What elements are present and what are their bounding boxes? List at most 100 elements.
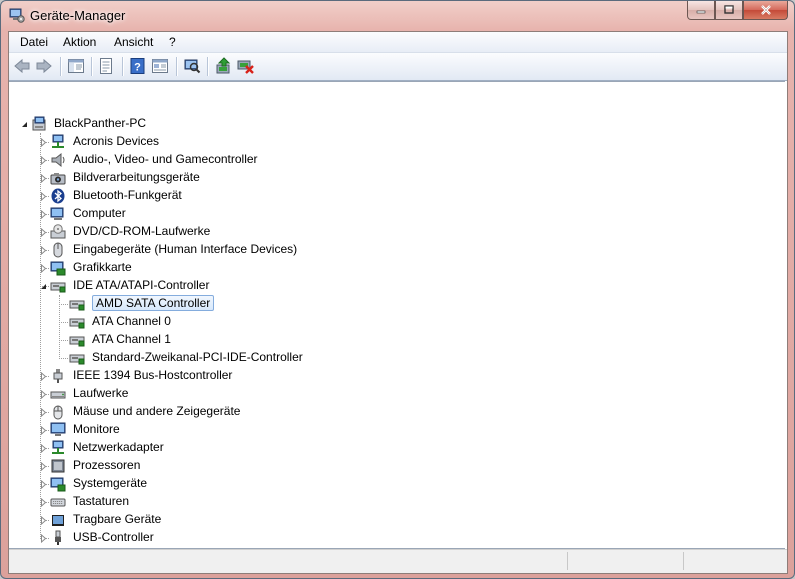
network-device-icon — [52, 134, 64, 148]
minimize-button[interactable] — [687, 1, 715, 20]
tree-category-netzwerkadapter[interactable]: Netzwerkadapter — [73, 440, 164, 454]
tree-connector-line — [59, 358, 68, 359]
close-icon — [760, 5, 771, 15]
expand-systemgeräte-toggle[interactable] — [39, 480, 48, 489]
tree-category-ide-ata-atapi-controller[interactable]: IDE ATA/ATAPI-Controller — [73, 278, 209, 292]
status-pane-3 — [684, 552, 785, 570]
close-button[interactable] — [743, 1, 788, 20]
tree-category-ieee-1394-bus-hostcontroller[interactable]: IEEE 1394 Bus-Hostcontroller — [73, 368, 232, 382]
display-adapter-icon — [50, 261, 66, 276]
tree-category-mäuse-und-andere-zeigegeräte[interactable]: Mäuse und andere Zeigegeräte — [73, 404, 240, 418]
tree-category-acronis-devices[interactable]: Acronis Devices — [73, 134, 159, 148]
expand-monitore-toggle[interactable] — [39, 426, 48, 435]
ide-controller-icon — [69, 336, 85, 347]
show-hide-tree-icon[interactable] — [67, 57, 85, 75]
device-tree[interactable]: BlackPanther-PC Acronis Devices Audio-, Vi… — [9, 81, 785, 549]
scan-hardware-icon[interactable] — [183, 57, 201, 75]
help-icon[interactable]: ? — [129, 57, 147, 75]
expand-mäuse-und-andere-zeigegeräte-toggle[interactable] — [39, 408, 48, 417]
expand-eingabegeräte-human-interface-devices-toggle[interactable] — [39, 246, 48, 255]
tree-category-laufwerke[interactable]: Laufwerke — [73, 386, 128, 400]
tree-category-audio-video-und-gamecontroller[interactable]: Audio-, Video- und Gamecontroller — [73, 152, 258, 166]
menu-help[interactable]: ? — [167, 35, 178, 49]
toolbar-separator — [91, 57, 93, 76]
processor-icon — [51, 459, 65, 473]
view-icon[interactable] — [151, 57, 169, 75]
tree-connector-line — [59, 295, 60, 359]
tree-category-grafikkarte[interactable]: Grafikkarte — [73, 260, 132, 274]
expand-dvd-cd-rom-laufwerke-toggle[interactable] — [39, 228, 48, 237]
tree-connector-line — [59, 322, 68, 323]
hard-drive-icon — [50, 391, 66, 399]
expand-tragbare-geräte-toggle[interactable] — [39, 516, 48, 525]
expand-usb-controller-toggle[interactable] — [39, 534, 48, 543]
tree-category-tragbare-geräte[interactable]: Tragbare Geräte — [73, 512, 161, 526]
menu-ansicht[interactable]: Ansicht — [112, 35, 155, 49]
tree-device-standard-zweikanal-pci-ide-controller[interactable]: Standard-Zweikanal-PCI-IDE-Controller — [92, 350, 303, 364]
disc-drive-icon — [50, 224, 66, 239]
firewire-icon — [53, 369, 63, 383]
toolbar-separator — [176, 57, 178, 76]
tree-connector-line — [59, 304, 68, 305]
properties-icon[interactable] — [97, 57, 115, 75]
tree-device-amd-sata-controller[interactable]: AMD SATA Controller — [92, 295, 215, 311]
forward-arrow-icon[interactable] — [35, 57, 53, 75]
menu-aktion[interactable]: Aktion — [61, 35, 98, 49]
tree-category-monitore[interactable]: Monitore — [73, 422, 120, 436]
tree-category-bildverarbeitungsgeräte[interactable]: Bildverarbeitungsgeräte — [73, 170, 200, 184]
expand-grafikkarte-toggle[interactable] — [39, 264, 48, 273]
mouse-icon — [53, 405, 63, 420]
expand-computer-toggle[interactable] — [39, 210, 48, 219]
window-title: Geräte-Manager — [30, 8, 126, 23]
tree-category-computer[interactable]: Computer — [73, 206, 126, 220]
expand-bildverarbeitungsgeräte-toggle[interactable] — [39, 174, 48, 183]
device-manager-window: Geräte-Manager Datei Aktion Ansicht ? ? … — [0, 0, 795, 579]
tree-category-prozessoren[interactable]: Prozessoren — [73, 458, 140, 472]
expand-prozessoren-toggle[interactable] — [39, 462, 48, 471]
expand-bluetooth-funkgerät-toggle[interactable] — [39, 192, 48, 201]
bluetooth-icon — [51, 188, 65, 204]
toolbar: ? — [9, 53, 787, 81]
expand-audio-video-und-gamecontroller-toggle[interactable] — [39, 156, 48, 165]
tree-category-dvd-cd-rom-laufwerke[interactable]: DVD/CD-ROM-Laufwerke — [73, 224, 210, 238]
tree-device-ata-channel-0[interactable]: ATA Channel 0 — [92, 314, 171, 328]
usb-icon — [55, 530, 61, 545]
speaker-icon — [51, 152, 65, 168]
update-driver-icon[interactable] — [215, 57, 233, 75]
expand-acronis-devices-toggle[interactable] — [39, 138, 48, 147]
client-area: Datei Aktion Ansicht ? ? BlackPanther-PC… — [8, 31, 788, 574]
expand-ide-ata-atapi-controller-toggle[interactable] — [39, 282, 48, 291]
title-bar[interactable]: Geräte-Manager — [1, 1, 794, 31]
expand-laufwerke-toggle[interactable] — [39, 390, 48, 399]
maximize-button[interactable] — [715, 1, 743, 20]
tree-root-computer[interactable]: BlackPanther-PC — [54, 116, 146, 130]
expand-tastaturen-toggle[interactable] — [39, 498, 48, 507]
tree-category-eingabegeräte-human-interface-devices[interactable]: Eingabegeräte (Human Interface Devices) — [73, 242, 297, 256]
caption-buttons — [687, 1, 788, 21]
computer-icon — [50, 207, 64, 220]
tree-category-usb-controller[interactable]: USB-Controller — [73, 530, 154, 544]
hid-icon — [53, 242, 63, 258]
menu-bar: Datei Aktion Ansicht ? — [9, 32, 787, 53]
uninstall-icon[interactable] — [237, 57, 255, 75]
back-arrow-icon[interactable] — [13, 57, 31, 75]
tree-category-bluetooth-funkgerät[interactable]: Bluetooth-Funkgerät — [73, 188, 182, 202]
status-bar — [9, 549, 787, 573]
expand-root-toggle[interactable] — [20, 120, 29, 129]
status-pane-2 — [568, 552, 684, 570]
toolbar-separator — [60, 57, 62, 76]
tree-category-systemgeräte[interactable]: Systemgeräte — [73, 476, 147, 490]
toolbar-separator — [207, 57, 209, 76]
tree-category-tastaturen[interactable]: Tastaturen — [73, 494, 129, 508]
tree-connector-line — [59, 340, 68, 341]
expand-netzwerkadapter-toggle[interactable] — [39, 444, 48, 453]
monitor-icon — [50, 422, 66, 436]
device-manager-icon — [9, 8, 25, 23]
network-adapter-icon — [52, 440, 64, 454]
tree-device-ata-channel-1[interactable]: ATA Channel 1 — [92, 332, 171, 346]
maximize-icon — [724, 5, 734, 14]
menu-datei[interactable]: Datei — [18, 35, 50, 49]
expand-ieee-1394-bus-hostcontroller-toggle[interactable] — [39, 372, 48, 381]
toolbar-separator — [122, 57, 124, 76]
status-pane-main — [9, 552, 568, 570]
